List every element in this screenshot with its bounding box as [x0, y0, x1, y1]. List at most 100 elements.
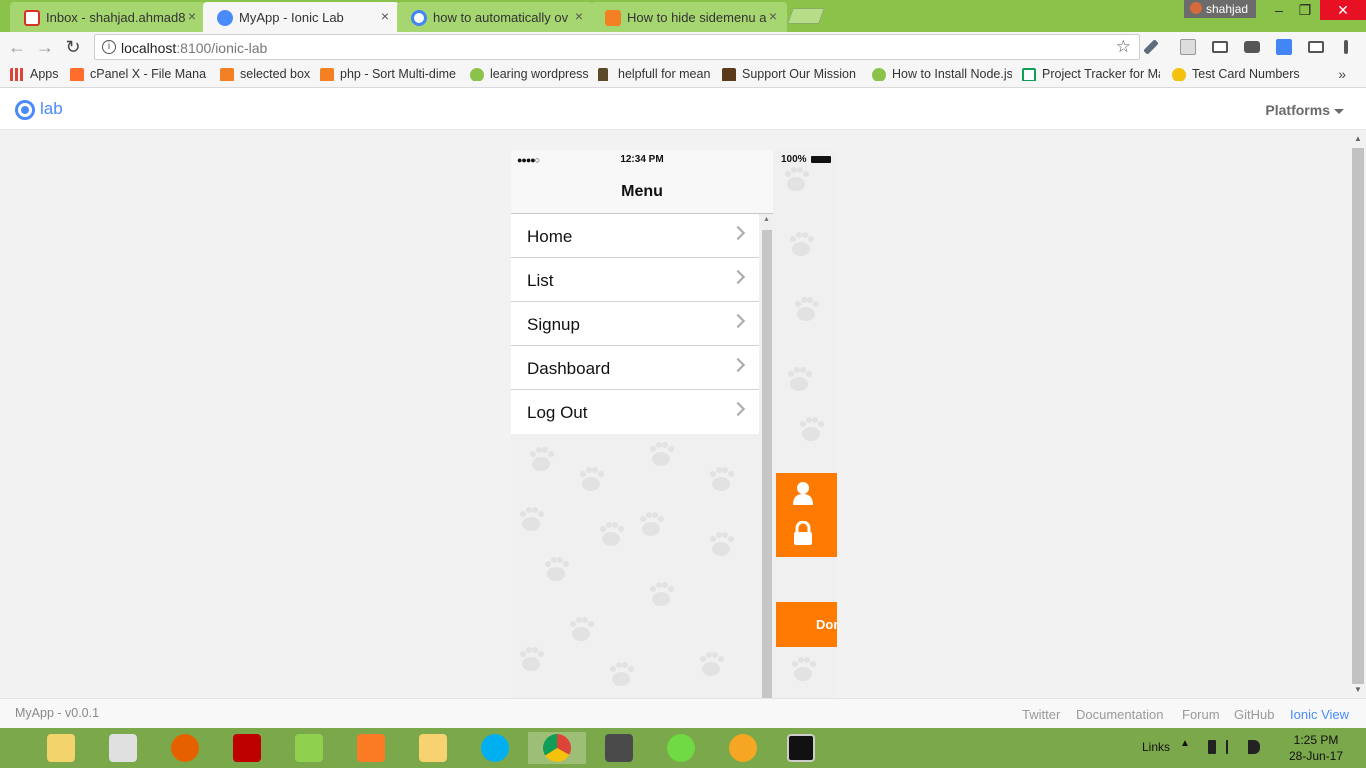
bookmark-helpfull-mean[interactable]: helpfull for mean	[598, 67, 716, 81]
tab-close-icon[interactable]: ×	[188, 8, 196, 24]
tab-title: How to hide sidemenu a	[627, 9, 767, 25]
bookmark-install-node[interactable]: How to Install Node.js	[872, 67, 1012, 81]
bookmark-test-card[interactable]: Test Card Numbers	[1172, 67, 1302, 81]
taskbar-reader-icon[interactable]	[94, 732, 152, 764]
footer-link-github[interactable]: GitHub	[1234, 707, 1274, 722]
restore-button[interactable]: ❐	[1290, 0, 1320, 20]
close-window-button[interactable]: ✕	[1320, 0, 1366, 20]
bookmark-label: cPanel X - File Manag	[90, 67, 206, 81]
status-time: 12:34 PM	[620, 154, 664, 165]
scrollbar-thumb[interactable]	[1352, 148, 1364, 684]
profile-button[interactable]: shahjad	[1184, 0, 1257, 18]
scrollbar-thumb[interactable]	[762, 230, 772, 698]
tab-stackoverflow[interactable]: How to hide sidemenu a ×	[591, 2, 787, 32]
tab-close-icon[interactable]: ×	[381, 8, 389, 24]
reload-button[interactable]: ↻	[62, 36, 84, 58]
eyedropper-extension-icon[interactable]	[1143, 39, 1159, 55]
more-bookmarks-icon[interactable]: »	[1338, 66, 1346, 82]
tab-gmail-inbox[interactable]: Inbox - shahjad.ahmad8 ×	[10, 2, 206, 32]
tab-close-icon[interactable]: ×	[575, 8, 583, 24]
browser-toolbar: ← → ↻ i localhost:8100/ionic-lab ☆	[0, 32, 1366, 62]
footer-link-ionic-view[interactable]: Ionic View	[1290, 707, 1349, 722]
done-button[interactable]: Dor	[776, 602, 837, 647]
taskbar-command-prompt-icon[interactable]	[772, 732, 830, 764]
menu-title: Menu	[621, 183, 663, 200]
battery-tray-icon[interactable]	[1208, 740, 1216, 754]
bookmark-project-tracker[interactable]: Project Tracker for Ma	[1022, 67, 1160, 81]
tab-close-icon[interactable]: ×	[769, 8, 777, 24]
menu-item-list[interactable]: List	[511, 258, 759, 302]
bookmark-cpanel[interactable]: cPanel X - File Manag	[70, 67, 206, 81]
tab-ionic-lab[interactable]: MyApp - Ionic Lab ×	[203, 2, 399, 32]
footer-link-forum[interactable]: Forum	[1182, 707, 1220, 722]
camera-extension-icon[interactable]	[1244, 41, 1260, 53]
cast-extension-icon[interactable]	[1308, 41, 1324, 53]
new-tab-button[interactable]	[787, 8, 825, 24]
ionic-lab-logo: lab	[40, 99, 63, 118]
stackoverflow-icon	[605, 10, 621, 26]
menu-item-dashboard[interactable]: Dashboard	[511, 346, 759, 390]
back-button[interactable]: ←	[6, 36, 28, 58]
bookmark-selected-box[interactable]: selected box	[220, 67, 312, 81]
menu-item-label: Dashboard	[527, 359, 611, 378]
clock-date: 28-Jun-17	[1288, 749, 1344, 763]
tab-title: MyApp - Ionic Lab	[239, 9, 344, 25]
menu-item-home[interactable]: Home	[511, 214, 759, 258]
address-url[interactable]: localhost:8100/ionic-lab	[121, 40, 267, 56]
taskbar-file-explorer-icon[interactable]	[404, 732, 462, 764]
profile-icon	[1190, 2, 1202, 14]
chevron-right-icon	[730, 225, 746, 241]
extension-icon[interactable]	[1180, 39, 1196, 55]
bottle-icon	[598, 68, 608, 81]
taskbar-paint-icon[interactable]	[714, 732, 772, 764]
card-icon	[1172, 68, 1186, 81]
ionic-lab-footer: MyApp - v0.0.1 Twitter Documentation For…	[0, 698, 1366, 728]
phone-preview: ●●●●○ 12:34 PM 100% Menu Home List Signu…	[511, 150, 837, 698]
taskbar-skype-icon[interactable]	[466, 732, 524, 764]
taskbar-firefox-icon[interactable]	[156, 732, 214, 764]
taskbar-clock[interactable]: 1:25 PM 28-Jun-17	[1278, 732, 1354, 764]
bookmark-php-sort[interactable]: php - Sort Multi-dime	[320, 67, 458, 81]
tab-title: how to automatically ov	[433, 9, 569, 25]
stackoverflow-icon	[220, 68, 234, 81]
taskbar-folders-icon[interactable]	[32, 732, 90, 764]
ios-status-bar: ●●●●○ 12:34 PM 100%	[511, 150, 837, 170]
footer-link-documentation[interactable]: Documentation	[1076, 707, 1163, 722]
profile-name: shahjad	[1206, 2, 1249, 16]
chrome-menu-icon[interactable]	[1344, 40, 1348, 54]
menu-item-signup[interactable]: Signup	[511, 302, 759, 346]
tab-google-search[interactable]: how to automatically ov ×	[397, 2, 593, 32]
bookmark-apps[interactable]: Apps	[10, 67, 70, 81]
app-content-peek: Dor	[775, 170, 837, 698]
url-path: :8100/ionic-lab	[176, 40, 268, 56]
taskbar-xampp-icon[interactable]	[342, 732, 400, 764]
translate-extension-icon[interactable]	[1276, 39, 1292, 55]
taskbar-filezilla-icon[interactable]	[218, 732, 276, 764]
platforms-dropdown[interactable]: Platforms	[1265, 102, 1344, 118]
screen-extension-icon[interactable]	[1212, 41, 1228, 53]
tray-links-toolbar[interactable]: Links	[1142, 740, 1170, 754]
volume-tray-icon[interactable]	[1248, 740, 1260, 754]
taskbar-upwork-icon[interactable]	[652, 732, 710, 764]
bookmark-star-icon[interactable]: ☆	[1116, 37, 1131, 57]
login-form-panel	[776, 473, 837, 557]
forward-button[interactable]: →	[34, 36, 56, 58]
taskbar-sublime-text-icon[interactable]	[590, 732, 648, 764]
taskbar-chrome-icon[interactable]	[528, 732, 586, 764]
site-info-icon[interactable]: i	[102, 40, 116, 54]
footer-link-twitter[interactable]: Twitter	[1022, 707, 1060, 722]
network-tray-icon[interactable]	[1226, 740, 1240, 754]
menu-scrollbar[interactable]: ▲	[761, 214, 773, 698]
scroll-down-icon[interactable]: ▼	[1354, 685, 1362, 694]
show-hidden-icons-button[interactable]: ▲	[1180, 738, 1190, 749]
menu-item-log-out[interactable]: Log Out	[511, 390, 759, 434]
bookmark-label: learing wordpress	[490, 67, 589, 81]
address-bar[interactable]: i localhost:8100/ionic-lab ☆	[94, 34, 1140, 60]
bookmark-learing-wordpress[interactable]: learing wordpress	[470, 67, 590, 81]
done-button-label: Dor	[816, 617, 837, 632]
scroll-up-icon[interactable]: ▲	[1354, 134, 1362, 143]
scroll-up-icon[interactable]: ▲	[763, 216, 770, 223]
taskbar-notepad-plus-icon[interactable]	[280, 732, 338, 764]
page-scrollbar[interactable]: ▲ ▼	[1350, 130, 1366, 698]
bookmark-support-mission[interactable]: Support Our Mission |	[722, 67, 860, 81]
